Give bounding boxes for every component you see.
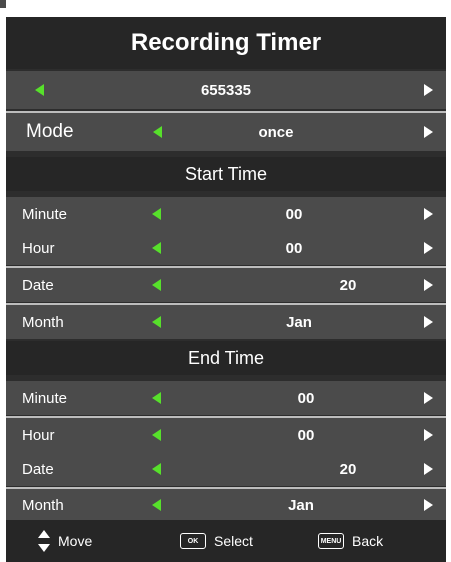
start-hour-prev-icon[interactable] — [152, 242, 161, 254]
start-minute-prev-icon[interactable] — [152, 208, 161, 220]
end-hour-row[interactable]: Hour 00 — [6, 418, 446, 452]
mode-row[interactable]: Mode once — [6, 113, 446, 151]
start-minute-row[interactable]: Minute 00 — [6, 197, 446, 231]
end-hour-label: Hour — [22, 426, 55, 444]
channel-prev-icon[interactable] — [35, 84, 44, 96]
footer-hints: Move OK Select MENU Back — [6, 520, 446, 562]
channel-row[interactable]: 655335 — [6, 71, 446, 109]
ok-key-icon: OK — [180, 533, 206, 549]
mode-label: Mode — [26, 121, 74, 142]
end-minute-value: 00 — [297, 389, 315, 407]
start-date-prev-icon[interactable] — [152, 279, 161, 291]
start-hour-label: Hour — [22, 239, 55, 257]
end-hour-value: 00 — [297, 426, 315, 444]
end-date-row[interactable]: Date 20 — [6, 452, 446, 486]
end-month-next-icon[interactable] — [424, 499, 433, 511]
up-down-arrows-icon — [38, 530, 50, 552]
end-minute-label: Minute — [22, 389, 68, 407]
channel-next-icon[interactable] — [424, 84, 433, 96]
move-label: Move — [58, 533, 93, 549]
end-date-next-icon[interactable] — [424, 463, 433, 475]
start-month-prev-icon[interactable] — [152, 316, 161, 328]
end-month-value: Jan — [288, 496, 314, 514]
end-month-prev-icon[interactable] — [152, 499, 161, 511]
end-hour-prev-icon[interactable] — [152, 429, 161, 441]
start-month-value: Jan — [286, 313, 312, 331]
start-month-label: Month — [22, 313, 64, 331]
page-title: Recording Timer — [6, 17, 446, 69]
start-date-next-icon[interactable] — [424, 279, 433, 291]
back-hint: MENU Back — [318, 520, 383, 562]
move-hint: Move — [38, 520, 92, 562]
end-minute-row[interactable]: Minute 00 — [6, 381, 446, 415]
recording-timer-screen: Recording Timer 655335 Mode once Start T… — [0, 0, 451, 562]
end-date-value: 20 — [339, 460, 357, 478]
mode-next-icon[interactable] — [424, 126, 433, 138]
end-minute-next-icon[interactable] — [424, 392, 433, 404]
start-minute-value: 00 — [285, 205, 303, 223]
select-hint: OK Select — [180, 520, 253, 562]
end-hour-next-icon[interactable] — [424, 429, 433, 441]
start-month-next-icon[interactable] — [424, 316, 433, 328]
corner-mark — [0, 0, 6, 8]
start-hour-row[interactable]: Hour 00 — [6, 231, 446, 265]
start-date-row[interactable]: Date 20 — [6, 268, 446, 302]
channel-value: 655335 — [200, 81, 252, 99]
start-time-heading: Start Time — [6, 157, 446, 191]
end-date-label: Date — [22, 460, 54, 478]
end-month-label: Month — [22, 496, 64, 514]
end-minute-prev-icon[interactable] — [152, 392, 161, 404]
menu-key-icon: MENU — [318, 533, 344, 549]
select-label: Select — [214, 533, 253, 549]
start-hour-value: 00 — [285, 239, 303, 257]
mode-value: once — [258, 123, 294, 141]
start-hour-next-icon[interactable] — [424, 242, 433, 254]
start-month-row[interactable]: Month Jan — [6, 305, 446, 339]
end-time-heading: End Time — [6, 341, 446, 375]
start-minute-label: Minute — [22, 205, 68, 223]
mode-prev-icon[interactable] — [153, 126, 162, 138]
end-month-row[interactable]: Month Jan — [6, 489, 446, 521]
back-label: Back — [352, 533, 384, 549]
start-date-label: Date — [22, 276, 54, 294]
start-minute-next-icon[interactable] — [424, 208, 433, 220]
end-date-prev-icon[interactable] — [152, 463, 161, 475]
start-date-value: 20 — [339, 276, 357, 294]
